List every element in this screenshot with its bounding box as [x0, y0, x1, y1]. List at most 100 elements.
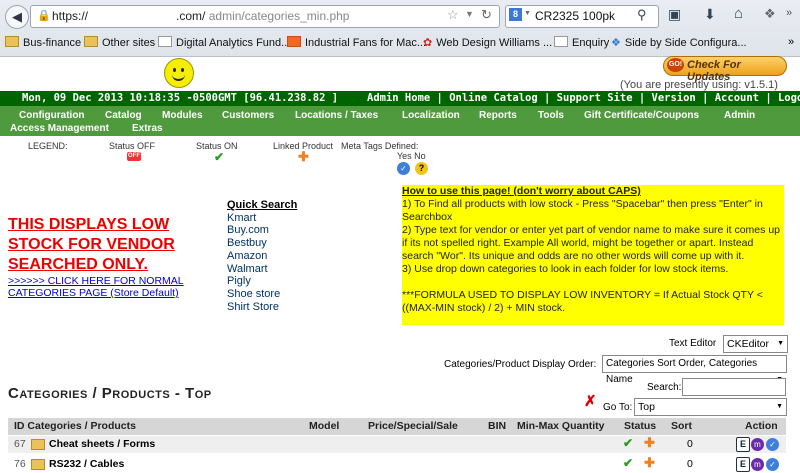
col-model: Model	[309, 420, 340, 432]
quick-search-shoe-store[interactable]: Shoe store	[227, 288, 297, 301]
category-search-input[interactable]	[682, 378, 786, 396]
table-row[interactable]: 67 Cheat sheets / Forms ✔ ✚ 0 E m ✓	[8, 435, 786, 453]
col-status: Status	[624, 420, 657, 432]
dropdown-icon[interactable]: ▼	[465, 9, 474, 19]
quick-search-shirt-store[interactable]: Shirt Store	[227, 301, 297, 314]
page-icon	[554, 36, 568, 47]
bookmark-industrial-fans[interactable]: Industrial Fans for Mac...	[287, 36, 426, 49]
bookmark-star-icon[interactable]: ☆	[447, 7, 459, 23]
quick-search-pigly[interactable]: Pigly	[227, 275, 297, 288]
text-editor-label: Text Editor	[669, 338, 717, 349]
nav-locations-taxes[interactable]: Locations / Taxes	[295, 110, 378, 121]
reload-icon[interactable]: ↻	[481, 7, 492, 23]
col-min-max: Min-Max Quantity	[517, 420, 605, 432]
smiley-logo-icon	[164, 58, 194, 88]
table-row[interactable]: 76 RS232 / Cables ✔ ✚ 0 E m ✓	[8, 455, 786, 473]
meta-check-icon[interactable]: ✓	[766, 458, 779, 471]
row-sort: 0	[687, 458, 693, 470]
edit-button[interactable]: E	[736, 457, 750, 472]
back-button[interactable]: ◀	[5, 5, 29, 29]
move-icon[interactable]: m	[751, 458, 764, 471]
admin-nav-bar: Configuration Catalog Modules Customers …	[0, 106, 800, 136]
bookmark-other-sites[interactable]: Other sites	[84, 36, 155, 49]
nav-gift-certificate[interactable]: Gift Certificate/Coupons	[584, 110, 699, 121]
extension-icon[interactable]: ❖	[764, 6, 776, 22]
logoff-link[interactable]: Logoff	[778, 92, 800, 104]
nav-modules[interactable]: Modules	[162, 110, 203, 121]
status-on-check-icon[interactable]: ✔	[623, 436, 633, 450]
nav-customers[interactable]: Customers	[222, 110, 274, 121]
quick-search-bestbuy[interactable]: Bestbuy	[227, 237, 297, 250]
legend-status-off: Status OFF	[109, 141, 156, 151]
lock-icon: 🔒	[37, 10, 51, 22]
bookmark-web-design[interactable]: ✿ Web Design Williams ...	[423, 36, 552, 49]
quick-search-kmart[interactable]: Kmart	[227, 212, 297, 225]
bookmark-digital-analytics[interactable]: Digital Analytics Fund...	[158, 36, 290, 49]
nav-localization[interactable]: Localization	[402, 110, 460, 121]
version-link[interactable]: Version	[652, 92, 696, 104]
display-order-label: Categories/Product Display Order:	[444, 359, 597, 370]
status-on-check-icon[interactable]: ✔	[623, 456, 633, 470]
linked-plus-icon: ✚	[298, 149, 309, 164]
edit-button[interactable]: E	[736, 437, 750, 452]
linked-plus-icon[interactable]: ✚	[644, 435, 655, 451]
row-id: 76	[14, 458, 26, 470]
howto-step-3: 3) Use drop down categories to look in e…	[402, 263, 729, 275]
nav-extras[interactable]: Extras	[132, 123, 163, 134]
bookmark-enquiry[interactable]: Enquiry	[554, 36, 609, 49]
table-header: ID Categories / Products Model Price/Spe…	[8, 418, 786, 435]
bookmark-bus-finance[interactable]: Bus-finance	[5, 36, 81, 49]
howto-title: How to use this page! (don't worry about…	[402, 185, 641, 197]
col-bin: BIN	[488, 420, 507, 432]
low-stock-warning: THIS DISPLAYS LOW STOCK FOR VENDOR SEARC…	[8, 216, 175, 273]
row-category-name[interactable]: RS232 / Cables	[49, 458, 124, 470]
move-icon[interactable]: m	[751, 438, 764, 451]
row-category-name[interactable]: Cheat sheets / Forms	[49, 438, 155, 450]
nav-tools[interactable]: Tools	[538, 110, 564, 121]
display-order-select[interactable]: Categories Sort Order, Categories Name▼	[602, 355, 787, 385]
search-engine-dropdown-icon[interactable]: ▼	[524, 10, 531, 17]
row-sort: 0	[687, 438, 693, 450]
check-updates-button[interactable]: GO! Check For Updates	[663, 56, 787, 83]
linked-plus-icon[interactable]: ✚	[644, 455, 655, 471]
col-id-categories: ID Categories / Products	[14, 420, 136, 432]
nav-admin[interactable]: Admin	[724, 110, 755, 121]
overflow-icon[interactable]: »	[786, 7, 792, 19]
download-icon[interactable]: ⬇	[704, 6, 716, 23]
meta-check-icon[interactable]: ✓	[766, 438, 779, 451]
browser-search-value[interactable]: CR2325 100pk	[535, 9, 615, 23]
quick-search-amazon[interactable]: Amazon	[227, 250, 297, 263]
home-icon[interactable]: ⌂	[734, 5, 743, 22]
reset-x-icon[interactable]: ✗	[584, 392, 597, 410]
quick-search-buy-com[interactable]: Buy.com	[227, 224, 297, 237]
folder-icon	[5, 36, 19, 47]
account-link[interactable]: Account	[715, 92, 759, 104]
howto-instructions: How to use this page! (don't worry about…	[402, 185, 784, 325]
folder-icon	[31, 459, 45, 470]
magnifier-icon[interactable]: ⚲	[637, 7, 647, 23]
support-site-link[interactable]: Support Site	[557, 92, 633, 104]
howto-step-1: 1) To Find all products with low stock -…	[402, 198, 763, 223]
legend-meta-tags: Meta Tags Defined:	[341, 141, 419, 151]
howto-spacer	[402, 276, 784, 289]
flower-icon: ✿	[423, 37, 433, 49]
datetime-text: Mon, 09 Dec 2013 10:18:35 -0500GMT [96.4…	[22, 92, 339, 104]
col-action: Action	[745, 420, 778, 432]
search-engine-icon[interactable]: 8	[509, 8, 522, 21]
admin-home-link[interactable]: Admin Home	[367, 92, 430, 104]
goto-select[interactable]: Top ▼	[634, 398, 787, 416]
url-text: https://.com/ admin/categories_min.php	[52, 9, 350, 23]
nav-catalog[interactable]: Catalog	[105, 110, 142, 121]
legend-yes-no: Yes No	[397, 151, 426, 161]
legend-label: LEGEND:	[28, 141, 68, 151]
online-catalog-link[interactable]: Online Catalog	[449, 92, 538, 104]
nav-reports[interactable]: Reports	[479, 110, 517, 121]
nav-configuration[interactable]: Configuration	[19, 110, 85, 121]
toolbar-menu-icon[interactable]: ▣	[668, 6, 681, 23]
normal-categories-link[interactable]: >>>>>> CLICK HERE FOR NORMAL CATEGORIES …	[8, 275, 208, 299]
bookmark-side-by-side[interactable]: ❖ Side by Side Configura...	[611, 36, 747, 49]
bookmarks-overflow-icon[interactable]: »	[788, 36, 794, 48]
text-editor-select[interactable]: CKEditor ▼	[723, 335, 788, 353]
quick-search-walmart[interactable]: Walmart	[227, 263, 297, 276]
nav-access-management[interactable]: Access Management	[10, 123, 109, 134]
